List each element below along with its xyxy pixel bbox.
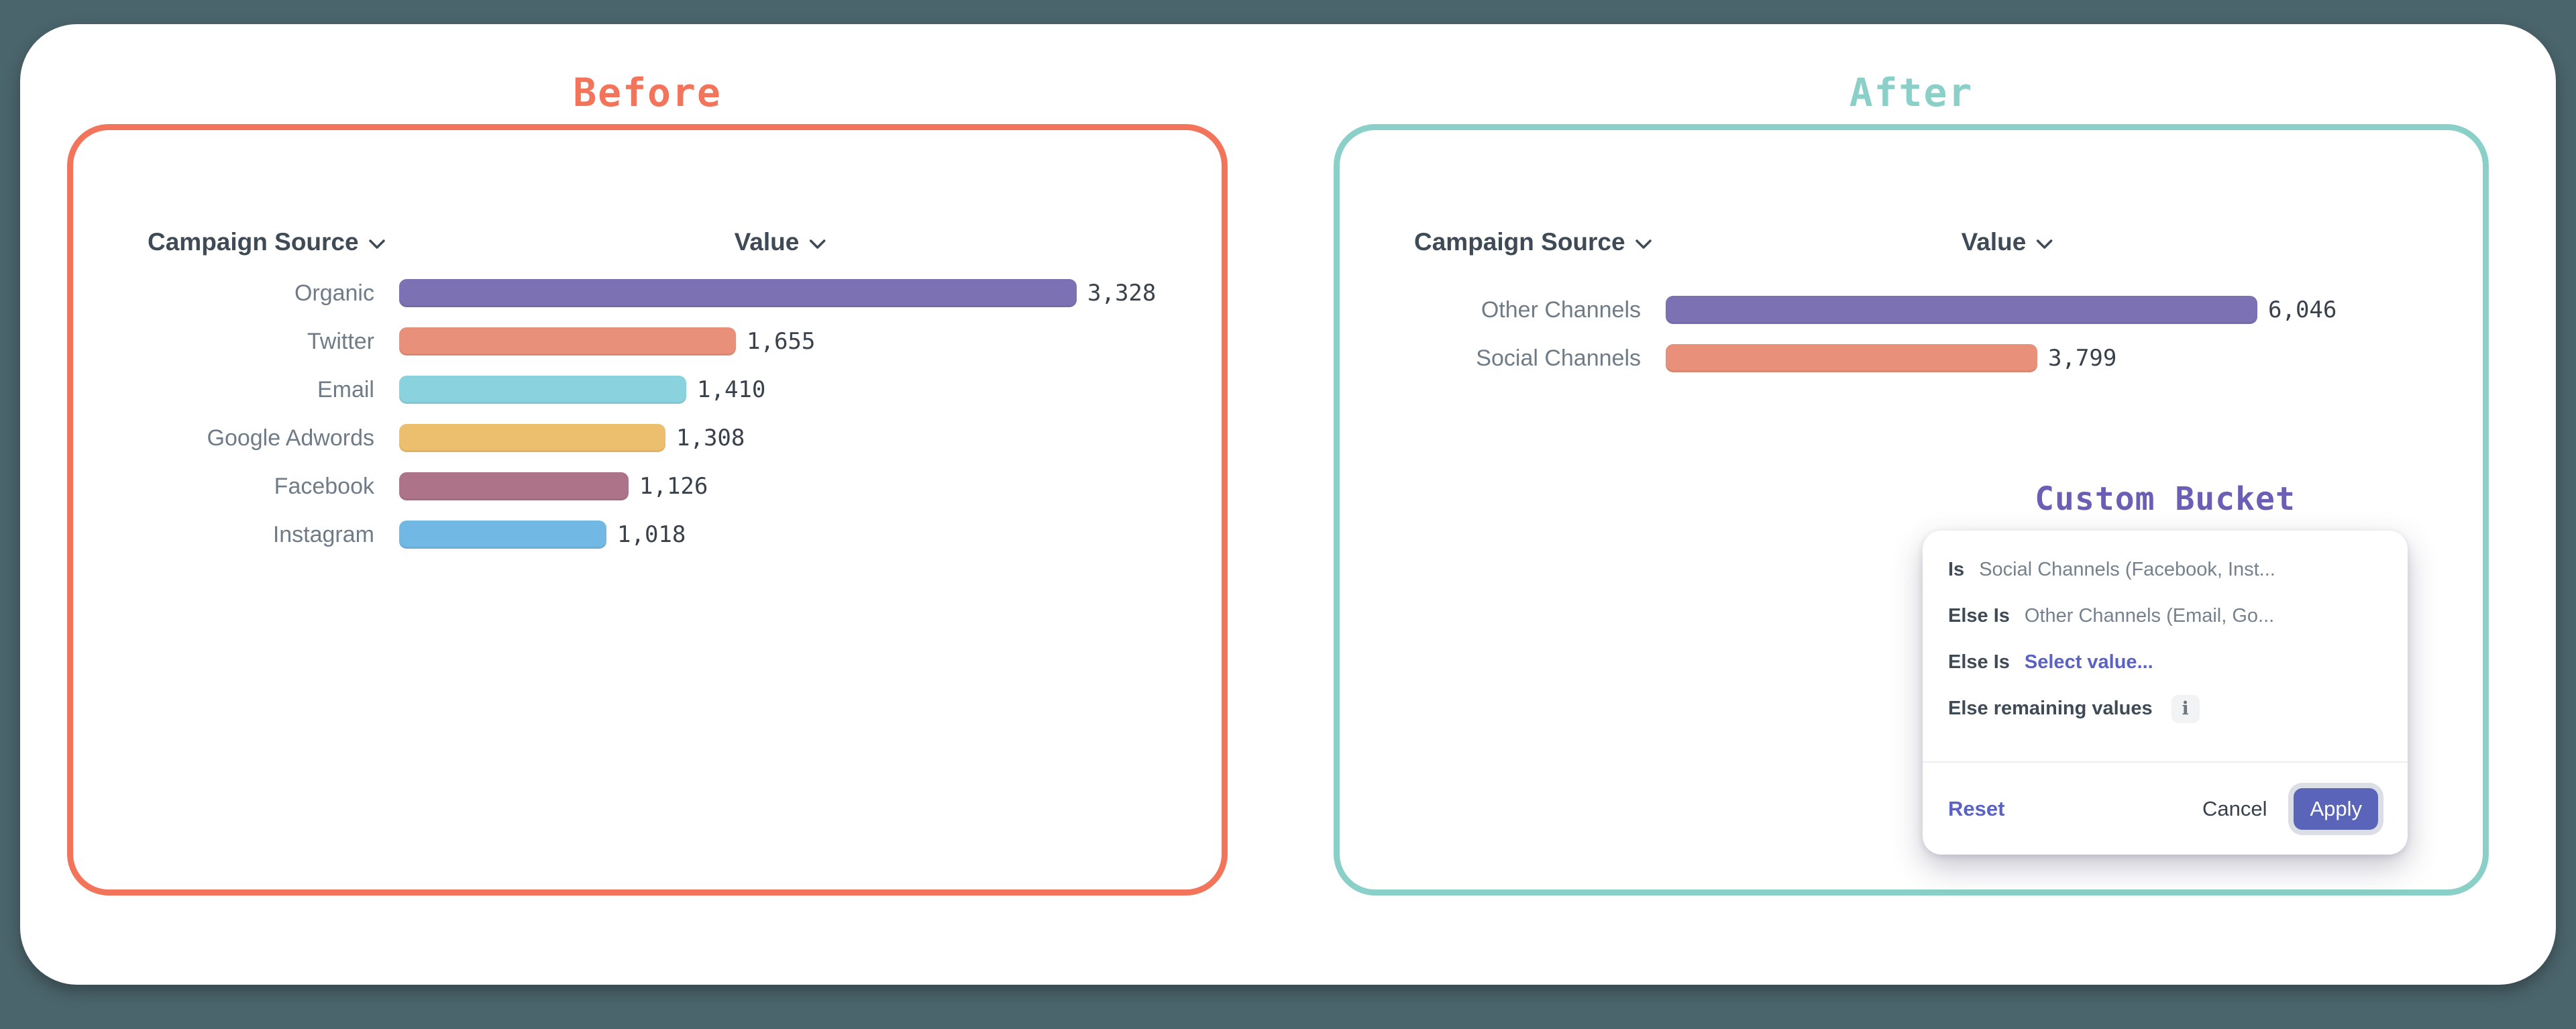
- rule-value[interactable]: Other Channels (Email, Go...: [2025, 605, 2274, 627]
- value-label: 6,046: [2268, 296, 2337, 323]
- rule-operator-label: Else remaining values: [1948, 698, 2153, 720]
- category-label: Social Channels: [1340, 345, 1641, 372]
- category-label: Instagram: [73, 522, 374, 548]
- bar-rows: Organic 3,328 Twitter 1,655 Email 1,410 Google…: [73, 269, 1222, 559]
- apply-button[interactable]: Apply: [2294, 788, 2378, 830]
- category-label: Facebook: [73, 474, 374, 500]
- column-header-campaign-source[interactable]: Campaign Source: [148, 228, 386, 256]
- bucket-rules: Is Social Channels (Facebook, Inst... Else…: [1948, 547, 2387, 732]
- category-label: Google Adwords: [73, 425, 374, 451]
- chart-row: Twitter 1,655: [73, 317, 1222, 366]
- chevron-down-icon: [1635, 239, 1652, 250]
- bar[interactable]: [399, 327, 736, 356]
- bucket-rule-row: Else Is Other Channels (Email, Go...: [1948, 593, 2387, 639]
- chart-row: Email 1,410: [73, 366, 1222, 414]
- column-header-label: Value: [1962, 228, 2027, 256]
- chevron-down-icon: [368, 239, 386, 250]
- column-header-value[interactable]: Value: [735, 228, 826, 256]
- bar[interactable]: [1666, 344, 2037, 372]
- popup-footer: Reset Cancel Apply: [1923, 763, 2408, 855]
- column-header-label: Campaign Source: [148, 228, 359, 256]
- category-label: Email: [73, 377, 374, 403]
- before-chart: Campaign Source Value Organic 3,328 Twitte…: [73, 130, 1222, 889]
- value-label: 1,308: [676, 425, 745, 451]
- info-icon[interactable]: i: [2171, 695, 2200, 723]
- bucket-rule-row: Else Is Select value...: [1948, 639, 2387, 686]
- chevron-down-icon: [2035, 239, 2053, 250]
- chevron-down-icon: [808, 239, 826, 250]
- value-label: 1,655: [747, 328, 815, 355]
- custom-bucket-popup: Is Social Channels (Facebook, Inst... Else…: [1923, 531, 2408, 855]
- value-label: 3,328: [1087, 280, 1156, 307]
- bar-rows: Other Channels 6,046 Social Channels 3,799: [1340, 286, 2483, 382]
- bar[interactable]: [399, 472, 629, 500]
- column-header-label: Campaign Source: [1414, 228, 1625, 256]
- after-title: After: [1334, 70, 2489, 115]
- bar[interactable]: [399, 521, 606, 549]
- rule-value[interactable]: Social Channels (Facebook, Inst...: [1979, 559, 2275, 581]
- rule-operator-label: Else Is: [1948, 605, 2010, 627]
- reset-button[interactable]: Reset: [1948, 797, 2004, 821]
- chart-row: Instagram 1,018: [73, 510, 1222, 559]
- bucket-rule-row: Else remaining values i: [1948, 686, 2387, 732]
- bar[interactable]: [399, 424, 665, 452]
- category-label: Organic: [73, 280, 374, 307]
- chart-row: Organic 3,328: [73, 269, 1222, 317]
- page-background: Before After Campaign Source Value Organ…: [0, 0, 2576, 1029]
- chart-row: Google Adwords 1,308: [73, 414, 1222, 462]
- custom-bucket-title: Custom Bucket: [1923, 480, 2408, 518]
- category-label: Other Channels: [1340, 297, 1641, 323]
- rule-operator-label: Else Is: [1948, 651, 2010, 673]
- value-label: 3,799: [2048, 345, 2116, 372]
- column-header-label: Value: [735, 228, 800, 256]
- column-header-value[interactable]: Value: [1962, 228, 2053, 256]
- chart-row: Social Channels 3,799: [1340, 334, 2483, 382]
- bar[interactable]: [399, 376, 686, 404]
- chart-row: Facebook 1,126: [73, 462, 1222, 510]
- value-label: 1,410: [697, 376, 765, 403]
- cancel-button[interactable]: Cancel: [2202, 797, 2267, 821]
- select-value-link[interactable]: Select value...: [2025, 651, 2153, 673]
- before-title: Before: [67, 70, 1228, 115]
- category-label: Twitter: [73, 329, 374, 355]
- value-label: 1,018: [617, 521, 686, 548]
- rule-operator-label: Is: [1948, 559, 1964, 581]
- bucket-rule-row: Is Social Channels (Facebook, Inst...: [1948, 547, 2387, 593]
- chart-row: Other Channels 6,046: [1340, 286, 2483, 334]
- before-panel: Campaign Source Value Organic 3,328 Twitte…: [67, 124, 1228, 896]
- bar[interactable]: [399, 279, 1077, 307]
- value-label: 1,126: [639, 473, 708, 500]
- column-header-campaign-source[interactable]: Campaign Source: [1414, 228, 1652, 256]
- bar[interactable]: [1666, 296, 2257, 324]
